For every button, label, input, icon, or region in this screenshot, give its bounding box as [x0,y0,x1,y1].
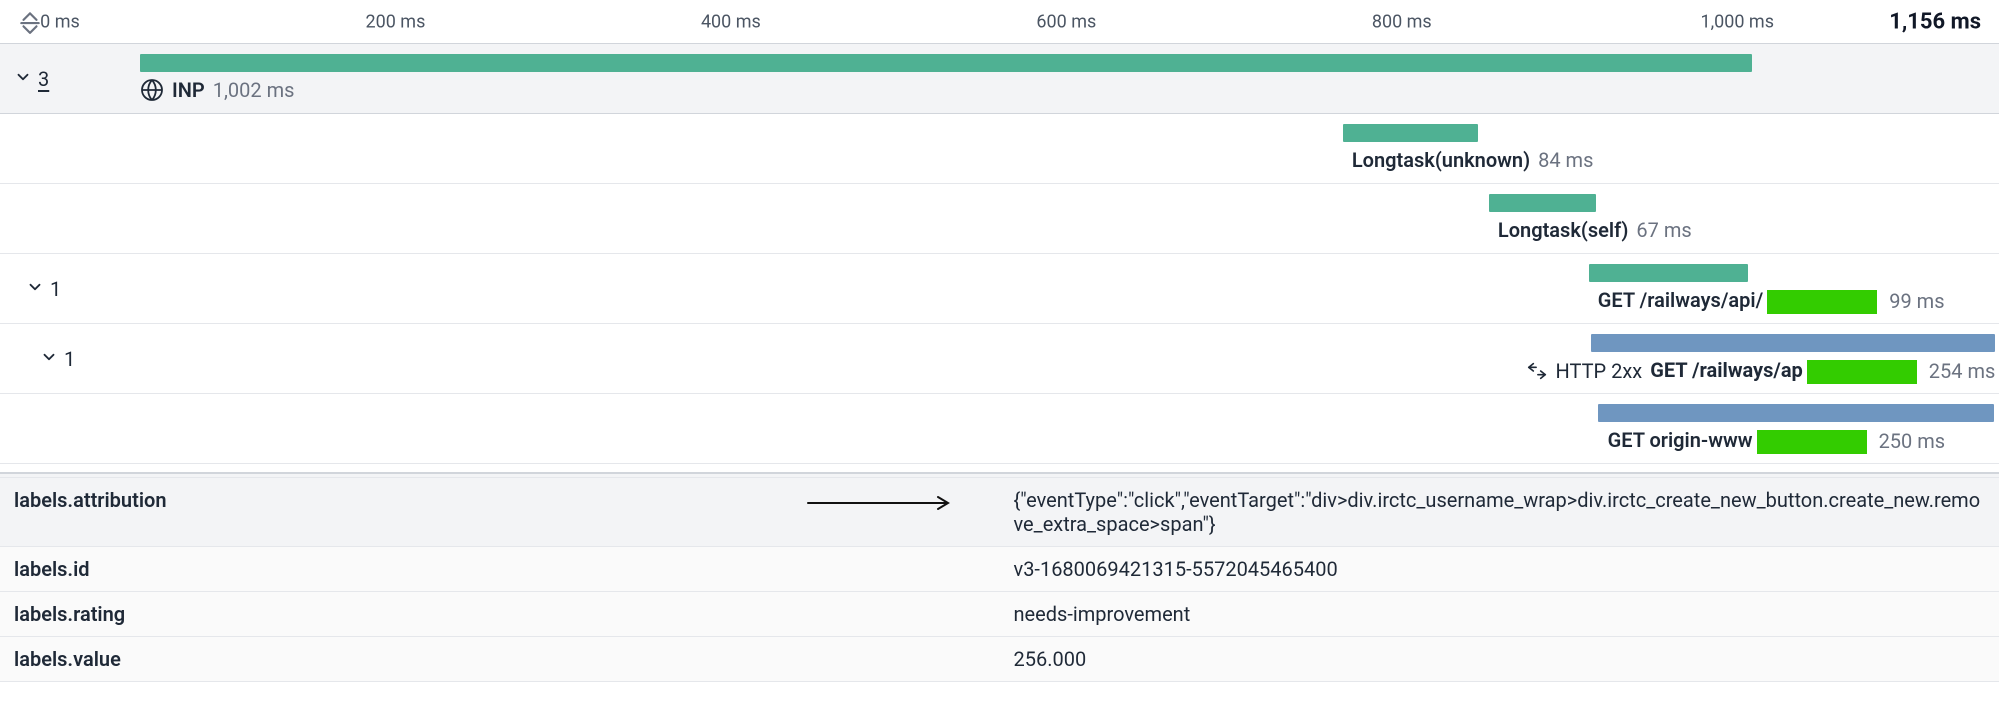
chevron-down-icon[interactable] [14,67,32,91]
row-lane: GET origin-www 250 ms [170,394,1999,463]
row-gutter [0,394,170,463]
ruler-total: 1,156 ms [1889,9,1999,34]
row-gutter: 3 [0,44,140,113]
ruler-tick: 400 ms [701,11,761,32]
details-row: labels.idv3-1680069421315-5572045465400 [0,547,1999,592]
row-lane: HTTP 2xx GET /railways/ap 254 ms [160,324,1999,393]
annotation-arrow-icon [806,492,956,516]
span-duration: 254 ms [1929,359,1996,383]
span-row-http-get-railways-ap[interactable]: 1 HTTP 2xx GET /railways/ap 254 ms [0,324,1999,394]
ruler-tick: 800 ms [1372,11,1432,32]
trace-waterfall: 3 INP 1,002 ms Longtask(unknown) 84 ms [0,44,1999,464]
timeline-ruler: 0 ms 200 ms 400 ms 600 ms 800 ms 1,000 ms 1,15… [0,0,1999,44]
ruler-tick: 0 ms [40,11,80,32]
span-title: GET /railways/api/ [1598,288,1881,314]
details-row: labels.value256.000 [0,637,1999,682]
child-count: 1 [64,347,75,371]
ruler-tick: 200 ms [365,11,425,32]
span-bar[interactable] [1589,264,1748,282]
chevron-down-icon[interactable] [26,277,44,301]
redacted-block [1807,360,1917,384]
http-response-icon [1526,360,1548,382]
span-duration: 99 ms [1889,289,1944,313]
span-duration: 84 ms [1538,148,1593,172]
details-key: labels.value [0,637,1000,682]
globe-icon [140,78,164,102]
span-bar[interactable] [1343,124,1478,142]
span-duration: 250 ms [1879,429,1946,453]
row-lane: GET /railways/api/ 99 ms [150,254,1999,323]
span-row-get-origin-www[interactable]: GET origin-www 250 ms [0,394,1999,464]
details-key: labels.rating [0,592,1000,637]
details-key: labels.attribution [0,478,1000,547]
row-gutter [0,114,150,183]
redacted-block [1767,290,1877,314]
span-duration: 1,002 ms [213,78,295,102]
details-key: labels.id [0,547,1000,592]
span-bar[interactable] [1489,194,1596,212]
details-value: {"eventType":"click","eventTarget":"div>… [1000,478,1999,547]
details-row: labels.attribution{"eventType":"click","… [0,478,1999,547]
child-count[interactable]: 3 [38,67,49,91]
row-gutter: 1 [0,324,160,393]
ruler-ticks: 0 ms200 ms400 ms600 ms800 ms1,000 ms1,15… [60,0,1999,43]
span-title: GET origin-www [1608,428,1871,454]
details-row: labels.ratingneeds-improvement [0,592,1999,637]
redacted-block [1757,430,1867,454]
details-value: 256.000 [1000,637,1999,682]
span-title: INP [172,78,205,102]
span-duration: 67 ms [1636,218,1691,242]
row-gutter [0,184,150,253]
span-title: Longtask(unknown) [1352,148,1530,172]
ruler-tick: 1,000 ms [1700,11,1774,32]
span-title: GET /railways/ap [1650,358,1921,384]
span-row-longtask-self[interactable]: Longtask(self) 67 ms [0,184,1999,254]
span-bar[interactable] [1591,334,1996,352]
span-row-inp[interactable]: 3 INP 1,002 ms [0,44,1999,114]
collapse-icon [17,9,43,35]
row-lane: INP 1,002 ms [140,44,1999,113]
row-gutter: 1 [0,254,150,323]
span-details-table: labels.attribution{"eventType":"click","… [0,478,1999,682]
row-lane: Longtask(unknown) 84 ms [150,114,1999,183]
span-row-get-railways-api[interactable]: 1 GET /railways/api/ 99 ms [0,254,1999,324]
details-value: v3-1680069421315-5572045465400 [1000,547,1999,592]
child-count: 1 [50,277,61,301]
http-status: HTTP 2xx [1556,359,1643,383]
span-bar[interactable] [140,54,1752,72]
span-bar[interactable] [1598,404,1993,422]
row-lane: Longtask(self) 67 ms [150,184,1999,253]
ruler-tick: 600 ms [1036,11,1096,32]
chevron-down-icon[interactable] [40,347,58,371]
details-value: needs-improvement [1000,592,1999,637]
span-title: Longtask(self) [1498,218,1629,242]
span-row-longtask-unknown[interactable]: Longtask(unknown) 84 ms [0,114,1999,184]
